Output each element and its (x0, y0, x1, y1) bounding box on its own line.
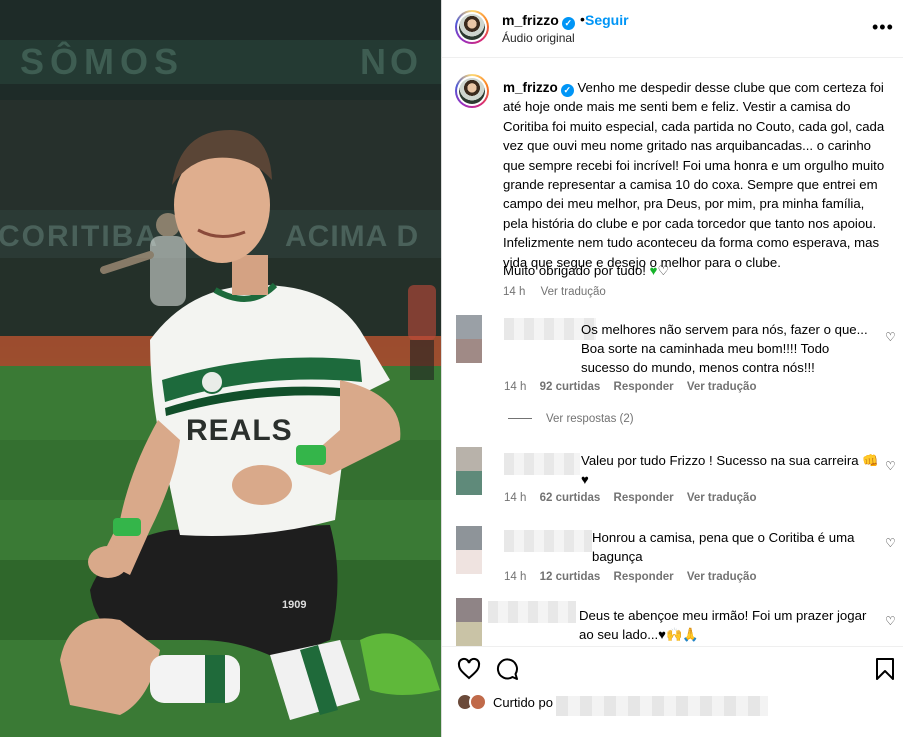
shorts-number: 1909 (282, 599, 306, 611)
comment-time[interactable]: 14 h (504, 381, 526, 393)
verified-badge-icon: ✓ (560, 84, 574, 97)
comment-meta: 14 h 12 curtidas Responder Ver tradução (504, 571, 766, 583)
comment-text-content: Honrou a camisa, pena que o Coritiba é u… (592, 530, 855, 564)
comment-translate-link[interactable]: Ver tradução (687, 571, 757, 583)
caption-thanks-text: Muito obrigado por tudo! (503, 263, 646, 278)
comment-text-content: Valeu por tudo Frizzo ! Sucesso na sua c… (581, 453, 879, 487)
comment-like-icon[interactable]: ♡ (885, 536, 896, 550)
replies-line (508, 418, 532, 420)
comment-time[interactable]: 14 h (504, 492, 526, 504)
bookmark-icon[interactable] (875, 657, 895, 681)
post-panel: m_frizzo ✓ • Seguir Áudio original ••• m_… (441, 0, 903, 737)
heart-outline-icon[interactable] (457, 657, 481, 681)
post-header: m_frizzo ✓ • Seguir Áudio original ••• (442, 0, 903, 58)
comment-text-content: Os melhores não servem para nós, fazer o… (581, 322, 868, 375)
view-replies-button[interactable]: Ver respostas (2) (508, 413, 634, 425)
comment-reply-button[interactable]: Responder (614, 571, 674, 583)
post-video[interactable]: SÔMOS NO CORITIBA ACIMA D 1909 REALS (0, 0, 441, 737)
comment-bubble-icon[interactable] (495, 657, 519, 681)
white-heart-emoji: ♡ (657, 263, 670, 278)
caption-translate-link[interactable]: Ver tradução (541, 286, 606, 298)
caption-thanks: Muito obrigado por tudo! ♥♡ (503, 263, 669, 279)
blurred-username[interactable] (488, 601, 576, 623)
caption-text: m_frizzo ✓ Venho me despedir desse clube … (503, 78, 891, 272)
comment-text: Os melhores não servem para nós, fazer o… (581, 320, 881, 377)
shirt-sponsor: REALS (186, 414, 293, 447)
liked-by-blurred-names[interactable] (556, 696, 768, 716)
comment-avatar[interactable] (456, 526, 482, 574)
video-frame: SÔMOS NO CORITIBA ACIMA D 1909 REALS (0, 0, 441, 737)
banner-mid-text: CORITIBA (0, 220, 159, 253)
liked-by-avatars[interactable] (456, 691, 492, 713)
comment-reply-button[interactable]: Responder (614, 492, 674, 504)
comment-avatar[interactable] (456, 447, 482, 495)
verified-badge-icon: ✓ (561, 17, 575, 30)
view-replies-label: Ver respostas (2) (546, 413, 634, 425)
comment-text-content: Deus te abençoe meu irmão! Foi um prazer… (579, 608, 867, 642)
comment-likes[interactable]: 12 curtidas (540, 571, 601, 583)
comment-text: Honrou a camisa, pena que o Coritiba é u… (592, 528, 882, 566)
comment-likes[interactable]: 92 curtidas (540, 381, 601, 393)
caption-username[interactable]: m_frizzo ✓ (503, 80, 574, 97)
comment-translate-link[interactable]: Ver tradução (687, 492, 757, 504)
comment-likes[interactable]: 62 curtidas (540, 492, 601, 504)
banner-top-right-text: NO (360, 41, 422, 82)
liked-by-label: Curtido po (493, 695, 553, 710)
blurred-username[interactable] (504, 453, 580, 475)
comment-like-icon[interactable]: ♡ (885, 330, 896, 344)
author-avatar[interactable] (455, 10, 489, 44)
comment-like-icon[interactable]: ♡ (885, 614, 896, 628)
banner-mid-right-text: ACIMA D (285, 220, 419, 253)
comment-like-icon[interactable]: ♡ (885, 459, 896, 473)
audio-label[interactable]: Áudio original (502, 31, 575, 45)
comment-reply-button[interactable]: Responder (614, 381, 674, 393)
comment-avatar[interactable] (456, 315, 482, 363)
comment-meta: 14 h 92 curtidas Responder Ver tradução (504, 381, 766, 393)
comment-translate-link[interactable]: Ver tradução (687, 381, 757, 393)
comment-time[interactable]: 14 h (504, 571, 526, 583)
caption-meta: 14 h Ver tradução (503, 286, 618, 298)
caption-avatar[interactable] (455, 74, 489, 108)
comment-text: Valeu por tudo Frizzo ! Sucesso na sua c… (581, 451, 881, 489)
comment-text: Deus te abençoe meu irmão! Foi um prazer… (579, 606, 879, 644)
comment-avatar[interactable] (456, 598, 482, 646)
action-bar (442, 646, 903, 690)
comment-meta: 14 h 62 curtidas Responder Ver tradução (504, 492, 766, 504)
banner-top-text: SÔMOS (20, 40, 184, 82)
blurred-username[interactable] (504, 530, 592, 552)
caption-body: Venho me despedir desse clube que com ce… (503, 80, 885, 270)
author-username[interactable]: m_frizzo ✓ (502, 12, 575, 30)
background-player-red (408, 285, 436, 380)
caption-time[interactable]: 14 h (503, 286, 525, 298)
follow-button[interactable]: Seguir (585, 12, 629, 28)
more-options-icon[interactable]: ••• (872, 17, 894, 38)
